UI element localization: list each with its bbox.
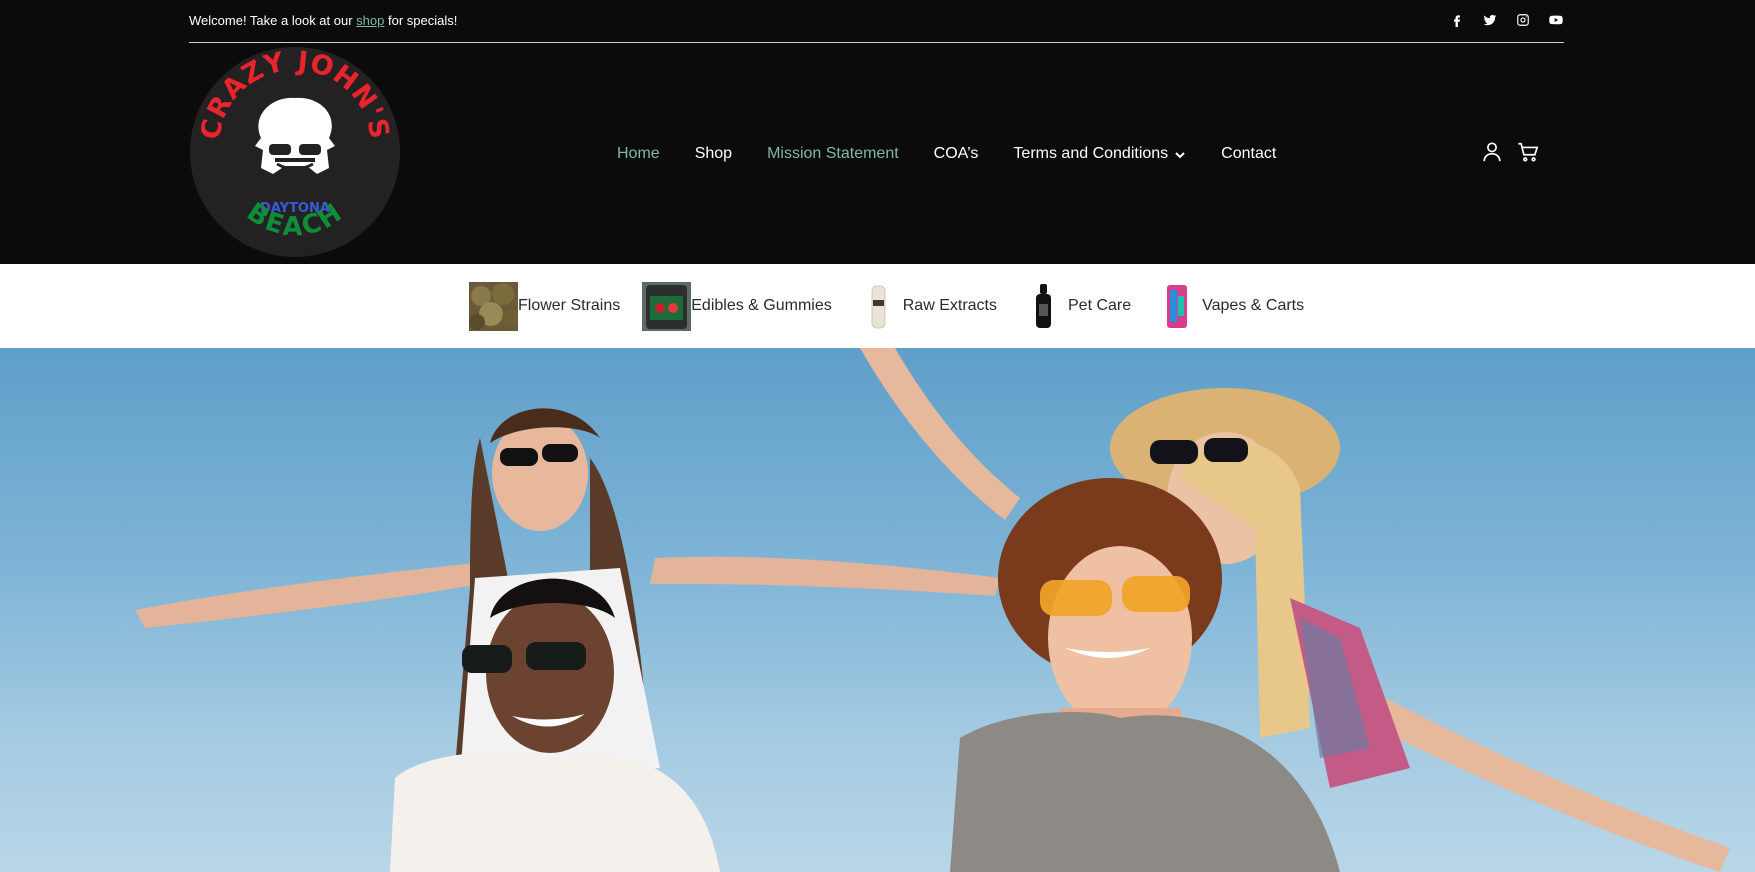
top-bar: Welcome! Take a look at our shop for spe… xyxy=(189,0,1564,43)
category-label: Edibles & Gummies xyxy=(691,297,832,314)
twitter-icon[interactable] xyxy=(1481,11,1498,28)
welcome-suffix: for specials! xyxy=(384,13,458,28)
nav-label: Contact xyxy=(1221,145,1277,162)
vapes-thumbnail xyxy=(1153,281,1203,331)
youtube-icon[interactable] xyxy=(1547,11,1564,28)
category-flower-strains[interactable]: Flower Strains xyxy=(469,281,621,331)
category-bar: Flower Strains Edibles & Gummies Raw Ext… xyxy=(0,264,1755,348)
category-label: Raw Extracts xyxy=(902,297,997,314)
category-list: Flower Strains Edibles & Gummies Raw Ext… xyxy=(469,264,1326,348)
nav-label: Mission Statement xyxy=(767,145,899,162)
nav-label: COA’s xyxy=(933,145,979,162)
nav-item-contact[interactable]: Contact xyxy=(1221,145,1276,163)
nav-label: Terms and Conditions xyxy=(1013,145,1169,162)
social-links xyxy=(1448,11,1564,28)
edibles-thumbnail xyxy=(642,281,692,331)
flower-thumbnail xyxy=(469,281,520,331)
category-label: Flower Strains xyxy=(518,297,621,314)
nav-item-home[interactable]: Home xyxy=(617,145,660,163)
nav-label: Shop xyxy=(694,145,733,162)
category-vapes-carts[interactable]: Vapes & Carts xyxy=(1153,281,1305,331)
main-navigation: Home Shop Mission Statement COA’s Terms … xyxy=(617,44,1311,264)
shop-link[interactable]: shop xyxy=(356,13,384,28)
nav-item-shop[interactable]: Shop xyxy=(695,145,732,163)
man-left-figure xyxy=(390,578,720,872)
extracts-thumbnail xyxy=(853,281,903,331)
instagram-icon[interactable] xyxy=(1514,11,1531,28)
facebook-icon[interactable] xyxy=(1448,11,1465,28)
face-graphic xyxy=(255,97,335,174)
header-icons xyxy=(1481,141,1539,163)
category-label: Vapes & Carts xyxy=(1202,297,1305,314)
nav-item-mission-statement[interactable]: Mission Statement xyxy=(767,145,899,163)
category-edibles-gummies[interactable]: Edibles & Gummies xyxy=(642,281,832,331)
category-raw-extracts[interactable]: Raw Extracts xyxy=(853,281,997,331)
hero-image xyxy=(135,348,1730,872)
shopping-cart-icon[interactable] xyxy=(1517,141,1539,163)
welcome-message: Welcome! Take a look at our shop for spe… xyxy=(189,13,457,28)
hero-banner xyxy=(0,348,1755,872)
welcome-prefix: Welcome! Take a look at our xyxy=(189,13,357,28)
category-label: Pet Care xyxy=(1068,297,1132,314)
user-account-icon[interactable] xyxy=(1481,141,1503,163)
nav-item-coas[interactable]: COA’s xyxy=(934,145,979,163)
pet-care-thumbnail xyxy=(1019,281,1068,331)
nav-label: Home xyxy=(617,145,660,162)
category-pet-care[interactable]: Pet Care xyxy=(1019,281,1132,331)
site-header: CRAZY JOHN'S DAYTONA BEACH Home Shop Mis… xyxy=(0,44,1755,264)
nav-item-terms-and-conditions[interactable]: Terms and Conditions xyxy=(1013,145,1186,163)
site-logo[interactable]: CRAZY JOHN'S DAYTONA BEACH xyxy=(189,46,401,258)
chevron-down-icon xyxy=(1174,148,1186,160)
